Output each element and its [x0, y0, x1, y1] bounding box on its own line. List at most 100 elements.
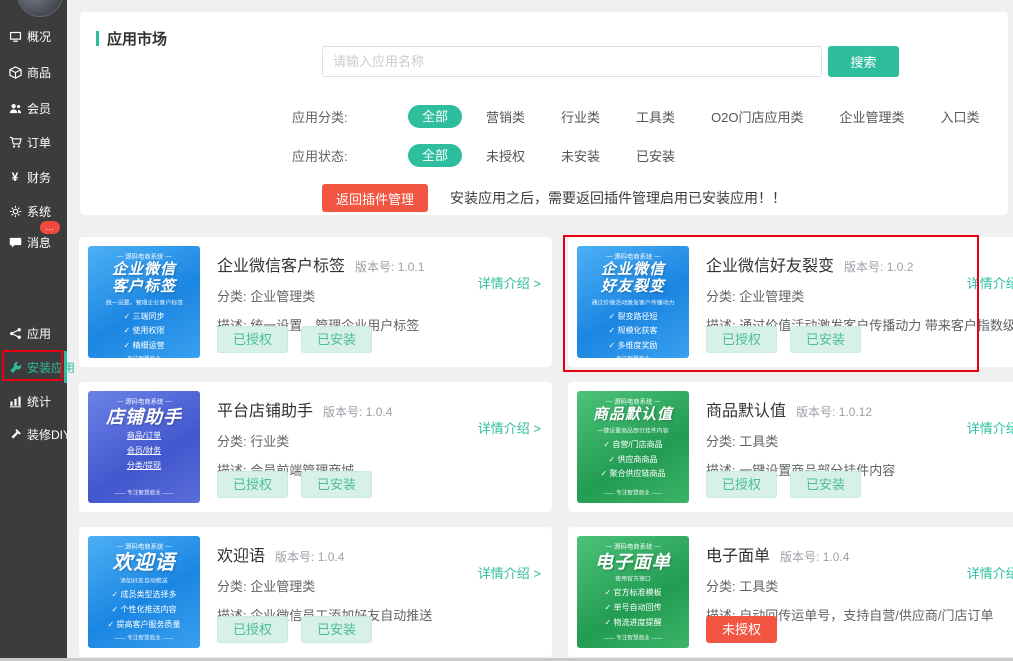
status-tag[interactable]: 已安装: [790, 471, 861, 498]
active-indicator-bar: [64, 351, 67, 383]
status-option[interactable]: 未安装: [561, 146, 600, 165]
sidebar-item-diy[interactable]: 装修DIY: [0, 422, 67, 446]
sidebar-item-members[interactable]: 会员: [0, 96, 67, 120]
sidebar-item-apps[interactable]: 应用: [0, 321, 67, 345]
sidebar-item-label: 统计: [27, 393, 51, 410]
status-tag[interactable]: 已授权: [706, 471, 777, 498]
status-tag-row: 未授权: [706, 616, 777, 643]
cover-feature-list: ✓ 自营/门店商品✓ 供应商商品✓ 聚合供应链商品: [601, 438, 666, 482]
orders-icon: [8, 135, 22, 149]
sidebar-item-system[interactable]: 系统: [0, 199, 67, 223]
cover-footer: —— 专注智慧商业 ——: [603, 489, 662, 497]
category-filter-label: 应用分类:: [292, 107, 358, 126]
cover-footer: —— 专注智慧商业 ——: [114, 634, 173, 642]
detail-link[interactable]: 详情介绍 >: [967, 418, 1013, 437]
cover-feature-list: ✓ 三端同步✓ 使用权限✓ 精细运营: [124, 310, 165, 354]
detail-link[interactable]: 详情介绍 >: [967, 563, 1013, 582]
app-card-body: 电子面单版本号: 1.0.4分类: 工具类描述: 自动回传运单号，支持自营/供应…: [706, 536, 1013, 648]
sidebar-item-label: 消息: [27, 234, 51, 251]
app-cover-image: — 源码电商系统 —企业微信客户标签统一设置，管理企业客户标签✓ 三端同步✓ 使…: [88, 246, 200, 358]
app-card-body: 商品默认值版本号: 1.0.12分类: 工具类描述: 一键设置商品部分挂件内容详…: [706, 391, 1013, 503]
cover-subtitle: 一键设置商品部分挂件内容: [597, 427, 668, 436]
cover-subtitle: 通过价值活动激发客户传播动力: [591, 298, 674, 307]
category-option[interactable]: O2O门店应用类: [711, 107, 803, 126]
status-tag[interactable]: 已安装: [301, 326, 372, 353]
cover-title: 电子面单: [595, 552, 671, 572]
sidebar-item-label: 概况: [27, 28, 51, 45]
app-card: — 源码电商系统 —商品默认值一键设置商品部分挂件内容✓ 自营/门店商品✓ 供应…: [568, 382, 1013, 512]
search-input[interactable]: [322, 46, 822, 77]
detail-link[interactable]: 详情介绍 >: [478, 273, 541, 292]
sidebar-item-label: 安装应用: [27, 359, 75, 376]
status-tag-row: 已授权已安装: [217, 326, 372, 353]
cover-title: 店铺助手: [106, 407, 182, 427]
app-cover-image: — 源码电商系统 —欢迎语添加好友自动推送✓ 成员类型选择多✓ 个性化推送内容✓…: [88, 536, 200, 648]
app-cover-image: — 源码电商系统 —电子面单使用官方接口✓ 官方标准模板✓ 单号自动回传✓ 物流…: [577, 536, 689, 648]
status-option[interactable]: 未授权: [486, 146, 525, 165]
app-card: — 源码电商系统 —企业微信客户标签统一设置，管理企业客户标签✓ 三端同步✓ 使…: [79, 237, 552, 367]
status-tag-row: 已授权已安装: [706, 326, 861, 353]
app-cover-image: — 源码电商系统 —店铺助手商品/订单会员/财务分类/提现—— 专注智慧商业 —…: [88, 391, 200, 503]
cover-footer: —— 专注智慧商业 ——: [603, 355, 662, 358]
category-filter-row: 应用分类: 全部 营销类 行业类 工具类 O2O门店应用类 企业管理类 入口类: [292, 103, 980, 129]
cover-banner: — 源码电商系统 —: [117, 542, 172, 551]
sidebar-item-finance[interactable]: ¥财务: [0, 165, 67, 189]
category-option[interactable]: 工具类: [636, 107, 675, 126]
cover-footer: —— 专注智慧商业 ——: [114, 355, 173, 358]
category-option[interactable]: 入口类: [941, 107, 980, 126]
app-card: — 源码电商系统 —店铺助手商品/订单会员/财务分类/提现—— 专注智慧商业 —…: [79, 382, 552, 512]
status-tag[interactable]: 未授权: [706, 616, 777, 643]
app-version: 版本号: 1.0.1: [355, 260, 424, 274]
cover-banner: — 源码电商系统 —: [117, 397, 172, 406]
cover-banner: — 源码电商系统 —: [606, 542, 661, 551]
status-tag[interactable]: 已安装: [301, 616, 372, 643]
sidebar-item-label: 会员: [27, 100, 51, 117]
app-card-body: 企业微信好友裂变版本号: 1.0.2分类: 企业管理类描述: 通过价值活动激发客…: [706, 246, 1013, 358]
app-cover-image: — 源码电商系统 —企业微信好友裂变通过价值活动激发客户传播动力 ✓ 裂变路径短✓…: [577, 246, 689, 358]
sidebar-item-stats[interactable]: 统计: [0, 389, 67, 413]
cover-title: 欢迎语: [113, 552, 176, 574]
status-tag[interactable]: 已授权: [217, 616, 288, 643]
app-card-body: 欢迎语版本号: 1.0.4分类: 企业管理类描述: 企业微信员工添加好友自动推送…: [217, 536, 543, 648]
app-market-panel: 应用市场 搜索 应用分类: 全部 营销类 行业类 工具类 O2O门店应用类 企业管理类 入…: [80, 12, 1008, 215]
cover-footer: —— 专注智慧商业 ——: [114, 489, 173, 497]
category-selected-pill[interactable]: 全部: [408, 105, 462, 128]
install-app-icon: [8, 360, 22, 374]
cover-title: 企业微信好友裂变: [601, 262, 665, 296]
detail-link[interactable]: 详情介绍 >: [478, 563, 541, 582]
notice-row: 返回插件管理 安装应用之后，需要返回插件管理启用已安装应用！！: [322, 184, 786, 212]
category-option[interactable]: 企业管理类: [840, 107, 905, 126]
status-tag[interactable]: 已授权: [706, 326, 777, 353]
app-card-body: 平台店铺助手版本号: 1.0.4分类: 行业类描述: 会员前端管理商城详情介绍 …: [217, 391, 543, 503]
cover-feature-list: ✓ 裂变路径短✓ 规模化获客✓ 多维度奖励: [609, 310, 658, 354]
app-version: 版本号: 1.0.12: [796, 405, 872, 419]
category-option[interactable]: 营销类: [486, 107, 525, 126]
status-tag-row: 已授权已安装: [706, 471, 861, 498]
status-tag[interactable]: 已授权: [217, 471, 288, 498]
finance-icon: ¥: [8, 170, 22, 184]
sidebar-item-messages[interactable]: 消息…: [0, 230, 67, 254]
cover-subtitle: 使用官方接口: [615, 575, 651, 584]
system-icon: [8, 204, 22, 218]
page-title: 应用市场: [96, 28, 167, 49]
category-option[interactable]: 行业类: [561, 107, 600, 126]
cover-footer: —— 专注智慧商业 ——: [603, 634, 662, 642]
detail-link[interactable]: 详情介绍 >: [478, 418, 541, 437]
sidebar-item-installed-apps[interactable]: 安装应用: [0, 355, 67, 379]
status-tag[interactable]: 已安装: [790, 326, 861, 353]
cover-banner: — 源码电商系统 —: [606, 252, 661, 261]
cover-banner: — 源码电商系统 —: [117, 252, 172, 261]
search-button[interactable]: 搜索: [828, 46, 899, 77]
sidebar-item-orders[interactable]: 订单: [0, 130, 67, 154]
back-to-plugin-manager-button[interactable]: 返回插件管理: [322, 184, 428, 212]
sidebar-item-goods[interactable]: 商品: [0, 60, 67, 84]
sidebar-item-overview[interactable]: 概况: [0, 24, 67, 48]
status-filter-label: 应用状态:: [292, 146, 358, 165]
user-avatar[interactable]: [17, 0, 63, 17]
status-tag[interactable]: 已安装: [301, 471, 372, 498]
status-option[interactable]: 已安装: [636, 146, 675, 165]
detail-link[interactable]: 详情介绍 >: [967, 273, 1013, 292]
status-tag[interactable]: 已授权: [217, 326, 288, 353]
cover-title: 企业微信客户标签: [112, 262, 176, 296]
status-selected-pill[interactable]: 全部: [408, 144, 462, 167]
